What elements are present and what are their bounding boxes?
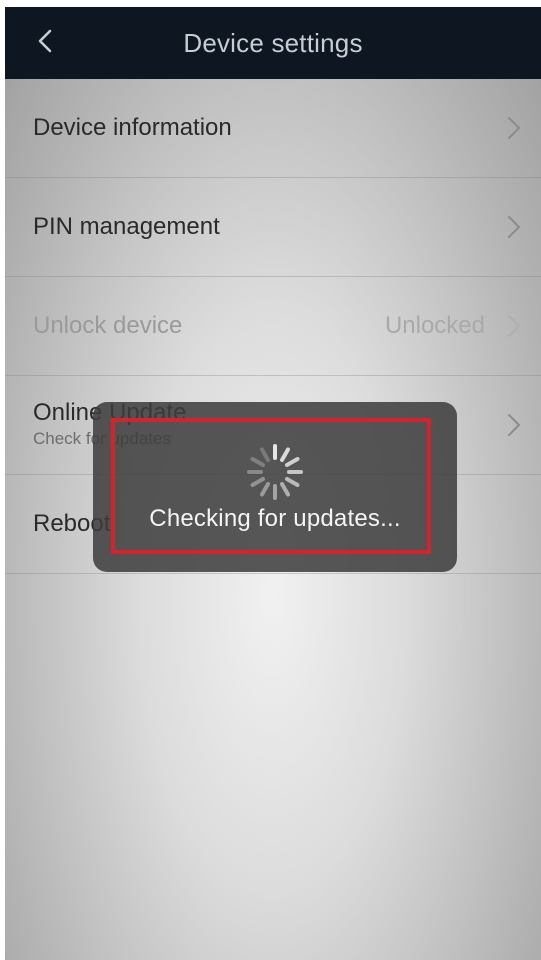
list-item-unlock-device[interactable]: Unlock device Unlocked: [5, 277, 541, 376]
chevron-right-icon: [508, 216, 520, 238]
chevron-right-icon: [508, 315, 520, 337]
chevron-right-icon: [508, 117, 520, 139]
spinner-icon: [247, 444, 303, 500]
toast-message: Checking for updates...: [149, 505, 401, 532]
list-item-label: PIN management: [33, 213, 220, 240]
chevron-right-icon: [508, 414, 520, 436]
device-settings-screen: Device settings Device information PIN m…: [5, 7, 541, 960]
list-item-label: Device information: [33, 114, 232, 141]
loading-toast: Checking for updates...: [93, 402, 457, 572]
list-item-label: Unlock device: [33, 312, 183, 339]
unlock-status-value: Unlocked: [384, 312, 485, 339]
list-item-device-information[interactable]: Device information: [5, 79, 541, 178]
navigation-bar: Device settings: [5, 7, 541, 79]
list-item-pin-management[interactable]: PIN management: [5, 178, 541, 277]
page-title: Device settings: [183, 28, 363, 58]
